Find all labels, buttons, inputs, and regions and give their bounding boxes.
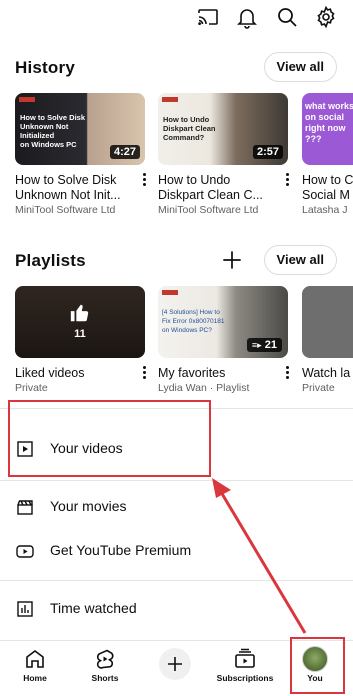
nav-subscriptions[interactable]: Subscriptions xyxy=(213,645,277,693)
nav-shorts-label: Shorts xyxy=(91,673,119,683)
nav-shorts[interactable]: Shorts xyxy=(73,645,137,693)
shorts-icon xyxy=(93,647,117,671)
nav-home-label: Home xyxy=(23,673,47,683)
highlight-you-tab xyxy=(290,637,345,694)
nav-create[interactable] xyxy=(143,645,207,693)
create-button[interactable] xyxy=(159,648,191,680)
annotation-arrow xyxy=(212,478,307,634)
nav-subscriptions-label: Subscriptions xyxy=(216,673,274,683)
plus-icon xyxy=(168,657,182,671)
subscriptions-icon xyxy=(233,647,257,671)
home-icon xyxy=(23,647,47,671)
nav-home[interactable]: Home xyxy=(3,645,67,693)
